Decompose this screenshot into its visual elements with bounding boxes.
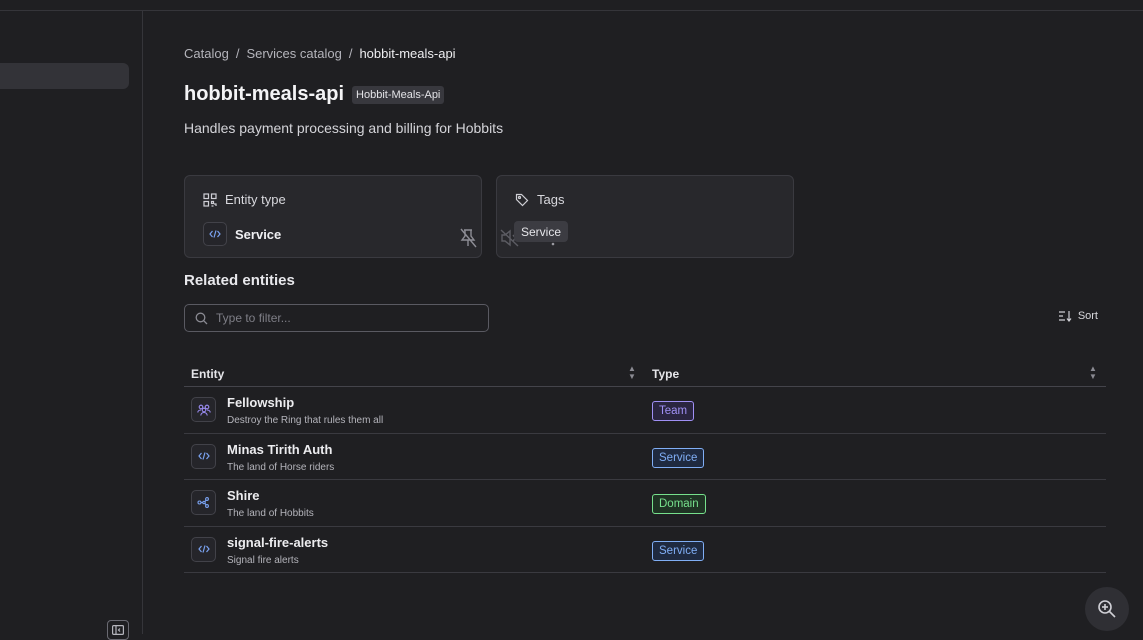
code-icon [191,443,216,469]
zoom-in-icon [1098,600,1116,618]
row-entity-name[interactable]: Fellowship [227,395,294,410]
breadcrumb-services-catalog[interactable]: Services catalog [246,46,341,61]
row-entity-description: The land of Horse riders [227,461,335,473]
code-icon [203,222,227,246]
filter-input[interactable] [216,311,476,325]
tag-icon [515,193,529,206]
row-entity-name[interactable]: signal-fire-alerts [227,535,328,550]
entity-description: Handles payment processing and billing f… [184,120,504,136]
column-header-type[interactable]: Type [652,367,679,381]
breadcrumb-current: hobbit-meals-api [359,46,456,61]
table-header: Entity ▲ ▼ Type ▲ ▼ [184,360,1106,387]
related-entities-title: Related entities [184,272,295,289]
sidebar [0,11,143,640]
table-row[interactable]: Fellowship Destroy the Ring that rules t… [184,387,1106,434]
entity-type-label: Entity type [225,192,286,207]
title-row: hobbit-meals-api Hobbit-Meals-Api [184,83,445,106]
row-entity-description: The land of Hobbits [227,508,314,519]
table-row[interactable]: Shire The land of Hobbits Domain [184,480,1106,527]
tags-card: Tags [496,175,794,258]
row-entity-description: Destroy the Ring that rules them all [227,415,384,426]
filter-field[interactable] [184,304,489,332]
zoom-in-button[interactable] [1085,587,1129,631]
type-badge: Team [652,401,695,421]
main-content: Catalog / Services catalog / hobbit-meal… [184,0,1106,634]
sort-caret-icon[interactable]: ▲ ▼ [1089,365,1097,381]
tags-label: Tags [537,192,565,207]
sidebar-item-active[interactable] [0,63,129,89]
related-entities-table: Entity ▲ ▼ Type ▲ ▼ Fellowship Destroy the… [184,360,1106,573]
domain-icon [191,490,216,515]
sort-label: Sort [1077,310,1098,322]
sort-button[interactable]: Sort [1058,310,1098,322]
breadcrumb-catalog[interactable]: Catalog [184,46,229,61]
entity-id-badge: Hobbit-Meals-Api [352,85,445,104]
table-row[interactable]: Minas Tirith Auth The land of Horse ride… [184,434,1106,480]
code-icon [191,536,216,562]
sidebar-collapse-button[interactable] [107,620,129,640]
table-row[interactable]: signal-fire-alerts Signal fire alerts Se… [184,527,1106,573]
type-badge: Service [652,447,705,468]
team-icon [191,397,216,422]
row-entity-name[interactable]: Minas Tirith Auth [227,442,332,457]
sort-caret-icon[interactable]: ▲ ▼ [628,365,636,381]
tag-tooltip: Service [514,221,569,242]
entity-type-card: Entity type Service [184,175,482,258]
row-entity-description: Signal fire alerts [227,554,299,566]
entity-type-value: Service [235,226,282,242]
qr-code-icon [203,192,217,207]
breadcrumb-separator: / [348,46,353,61]
page-title: hobbit-meals-api [184,83,345,105]
column-header-entity[interactable]: Entity [191,367,224,381]
sort-icon [1058,311,1072,322]
breadcrumb: Catalog / Services catalog / hobbit-meal… [184,46,456,61]
type-badge: Service [652,540,705,561]
type-badge: Domain [652,494,706,514]
breadcrumb-separator: / [235,46,240,61]
row-entity-name[interactable]: Shire [227,488,260,503]
search-icon [195,312,208,324]
pin-off-icon[interactable] [459,228,477,248]
